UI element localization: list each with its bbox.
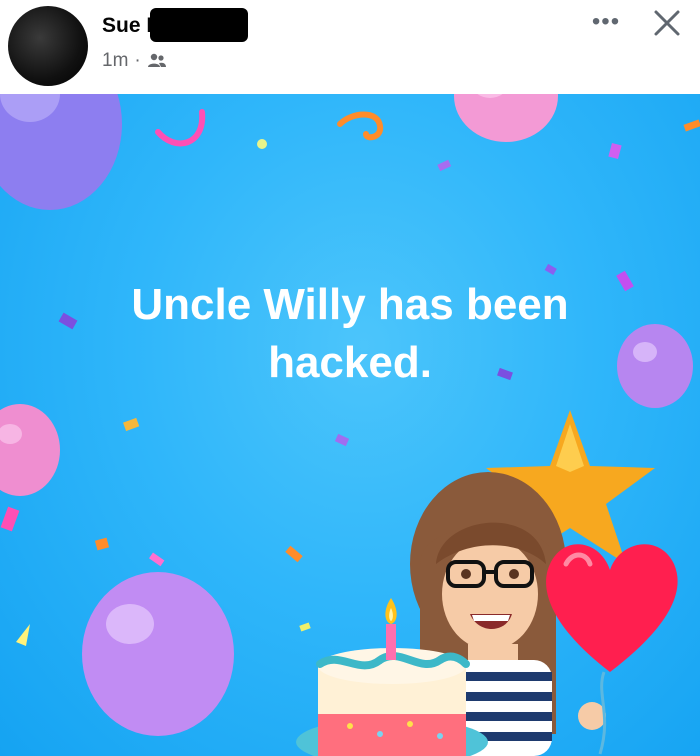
birthday-card[interactable]: Uncle Willy has been hacked. — [0, 94, 700, 756]
card-decorations — [0, 94, 700, 756]
meta-separator: · — [134, 50, 141, 71]
post-meta: 1m · — [102, 50, 167, 72]
balloon-icon — [0, 404, 60, 496]
more-options-button[interactable]: ••• — [588, 10, 624, 34]
balloon-icon — [82, 572, 234, 736]
balloon-icon — [454, 94, 558, 142]
redaction-mark — [150, 8, 248, 42]
close-icon — [654, 10, 680, 36]
friends-icon[interactable] — [147, 53, 167, 69]
confetti-swirl-icon — [337, 111, 384, 141]
confetti-swirl-icon — [155, 109, 206, 147]
post-timestamp[interactable]: 1m — [102, 50, 128, 72]
close-button[interactable] — [650, 6, 684, 40]
card-message: Uncle Willy has been hacked. — [131, 280, 569, 387]
heart-balloon-icon — [546, 544, 678, 755]
post-header: Sue Di 1m · ••• — [0, 0, 700, 94]
avatar[interactable] — [8, 6, 88, 86]
balloon-icon — [0, 94, 122, 210]
